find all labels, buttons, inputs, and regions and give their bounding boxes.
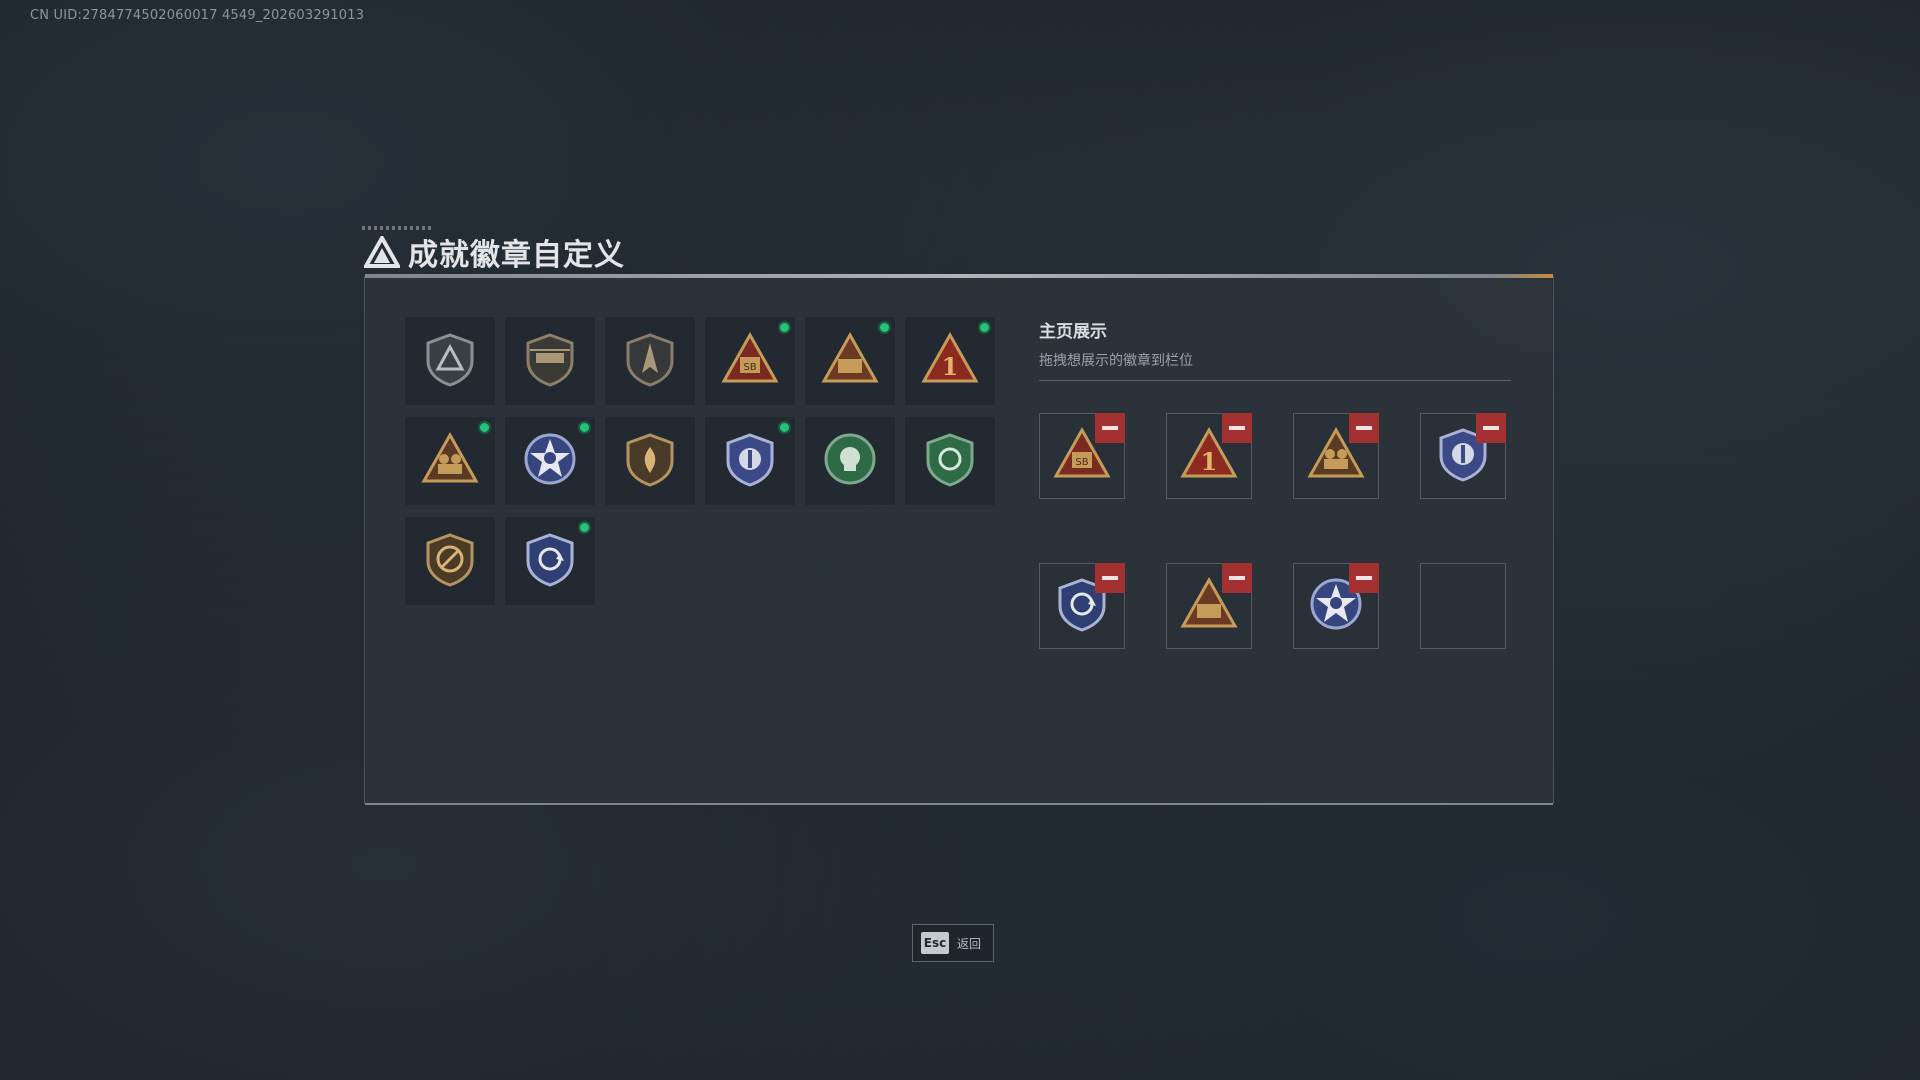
remove-badge-button[interactable] <box>1476 413 1506 443</box>
back-label: 返回 <box>957 936 982 951</box>
badge-cell-police-badge[interactable] <box>705 417 795 505</box>
new-indicator-icon <box>778 321 791 334</box>
back-button[interactable]: Esc 返回 <box>912 924 994 962</box>
showcase-slot[interactable] <box>1420 563 1506 649</box>
new-indicator-icon <box>578 421 591 434</box>
logo-triangle-icon <box>364 236 400 268</box>
remove-badge-button[interactable] <box>1095 413 1125 443</box>
badge-cell-triangle-sb[interactable]: SB <box>705 317 795 405</box>
showcase-slot[interactable] <box>1039 563 1125 649</box>
showcase-section: 主页展示 拖拽想展示的徽章到栏位 SB 1 <box>1039 317 1511 649</box>
svg-text:1: 1 <box>942 352 959 381</box>
badge-cell-star-skull-emblem[interactable] <box>505 417 595 505</box>
blue-shield-refresh-icon <box>520 529 580 593</box>
minus-icon <box>1102 426 1118 430</box>
showcase-slot[interactable] <box>1293 563 1379 649</box>
showcase-slot[interactable]: 1 <box>1166 413 1252 499</box>
badge-cell-blue-shield-refresh[interactable] <box>505 517 595 605</box>
new-indicator-icon <box>478 421 491 434</box>
triangle-one-icon: 1 <box>920 329 980 393</box>
badge-cell-triangle-missile[interactable] <box>805 317 895 405</box>
badge-cell-triangle-one[interactable]: 1 <box>905 317 995 405</box>
green-skull-emblem-icon <box>820 429 880 493</box>
badge-cell-green-skull-emblem[interactable] <box>805 417 895 505</box>
new-indicator-icon <box>878 321 891 334</box>
no-gun-shield-icon <box>420 529 480 593</box>
svg-text:SB: SB <box>743 362 756 373</box>
minus-icon <box>1356 576 1372 580</box>
minus-icon <box>1229 576 1245 580</box>
showcase-subtitle: 拖拽想展示的徽章到栏位 <box>1039 353 1193 369</box>
new-indicator-icon <box>578 521 591 534</box>
triangle-soldiers-icon <box>420 429 480 493</box>
uid-label: CN UID:2784774502060017 4549_20260329101… <box>30 8 365 23</box>
svg-text:SB: SB <box>1075 457 1088 468</box>
showcase-slot[interactable] <box>1293 413 1379 499</box>
title-bar: 成就徽章自定义 <box>364 230 625 274</box>
green-shield-refresh-icon <box>920 429 980 493</box>
shield-triangle-icon <box>420 329 480 393</box>
remove-badge-button[interactable] <box>1222 563 1252 593</box>
badge-cell-triangle-soldiers[interactable] <box>405 417 495 505</box>
badge-cell-green-shield-refresh[interactable] <box>905 417 995 505</box>
page-title: 成就徽章自定义 <box>408 238 625 273</box>
showcase-title: 主页展示 <box>1039 322 1107 342</box>
triangle-sb-icon: SB <box>720 329 780 393</box>
police-badge-icon <box>720 429 780 493</box>
new-indicator-icon <box>978 321 991 334</box>
badge-cell-no-gun-shield[interactable] <box>405 517 495 605</box>
remove-badge-button[interactable] <box>1349 413 1379 443</box>
new-indicator-icon <box>778 421 791 434</box>
panel-top-border <box>365 274 1553 278</box>
jet-shield-icon <box>620 329 680 393</box>
svg-text:1: 1 <box>1201 447 1218 476</box>
badge-cell-jet-shield[interactable] <box>605 317 695 405</box>
badge-cell-helicopter-shield[interactable] <box>505 317 595 405</box>
minus-icon <box>1102 576 1118 580</box>
esc-key-icon: Esc <box>921 932 949 954</box>
star-skull-emblem-icon <box>520 429 580 493</box>
minus-icon <box>1356 426 1372 430</box>
panel-bottom-border <box>365 803 1553 805</box>
remove-badge-button[interactable] <box>1349 563 1379 593</box>
showcase-slot[interactable]: SB <box>1039 413 1125 499</box>
shield-flame-icon <box>620 429 680 493</box>
badge-cell-shield-triangle[interactable] <box>405 317 495 405</box>
minus-icon <box>1229 426 1245 430</box>
badge-cell-shield-flame[interactable] <box>605 417 695 505</box>
showcase-divider <box>1039 380 1511 381</box>
showcase-slot[interactable] <box>1420 413 1506 499</box>
remove-badge-button[interactable] <box>1222 413 1252 443</box>
remove-badge-button[interactable] <box>1095 563 1125 593</box>
minus-icon <box>1483 426 1499 430</box>
showcase-slot[interactable] <box>1166 563 1252 649</box>
badge-panel: SB 1 主页展示 拖拽想展示的徽章到栏位 SB 1 <box>364 274 1554 805</box>
triangle-missile-icon <box>820 329 880 393</box>
helicopter-shield-icon <box>520 329 580 393</box>
